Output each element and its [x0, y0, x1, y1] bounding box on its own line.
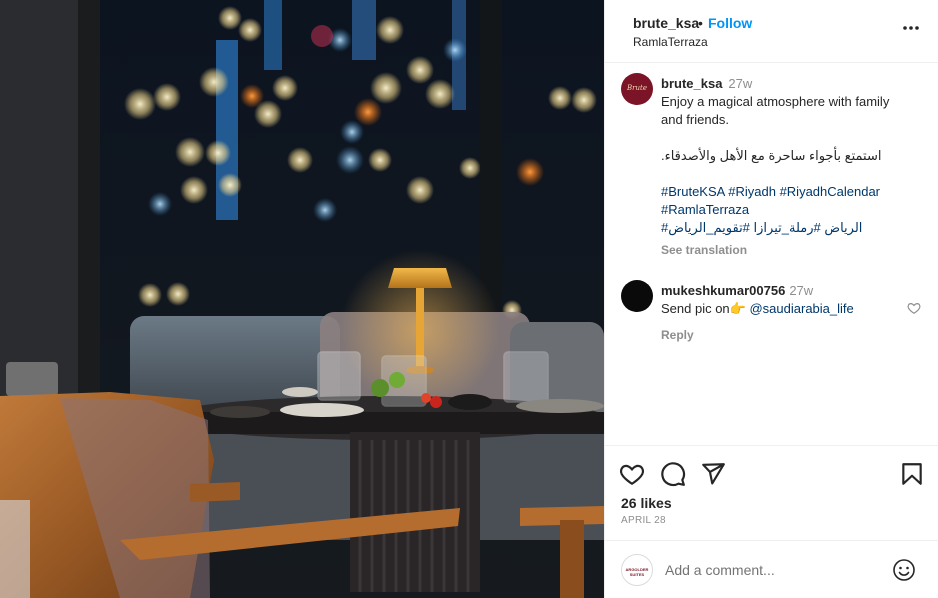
- comment-mention[interactable]: @saudiarabia_life: [749, 301, 853, 316]
- hashtag-row-2: #RamlaTerraza: [661, 201, 923, 219]
- reply-button[interactable]: Reply: [661, 326, 901, 344]
- current-user-avatar: ARGOLDER SUITES: [621, 554, 653, 586]
- post-header: brute_ksa • Follow RamlaTerraza: [605, 0, 938, 63]
- comment-input[interactable]: [665, 559, 875, 581]
- current-user-avatar-text: ARGOLDER SUITES: [625, 567, 649, 577]
- comment-item: mukeshkumar00756 27w Send pic on👉 @saudia…: [661, 282, 901, 344]
- emoji-icon[interactable]: [892, 558, 916, 582]
- post-actions: 26 likes APRIL 28: [605, 445, 938, 545]
- caption-text-en-line1: Enjoy a magical atmosphere with family: [661, 94, 890, 109]
- share-icon[interactable]: [700, 461, 726, 487]
- separator-dot: •: [698, 15, 703, 31]
- post-photo[interactable]: [0, 0, 604, 598]
- hashtag[interactable]: #Riyadh: [728, 184, 776, 199]
- commenter-avatar[interactable]: [621, 280, 653, 312]
- post-username[interactable]: brute_ksa: [633, 15, 699, 31]
- hashtag[interactable]: #رملة_تيرازا: [754, 220, 821, 235]
- caption-text-en-line2: and friends.: [661, 112, 729, 127]
- likes-count[interactable]: 26 likes: [621, 495, 672, 511]
- follow-button[interactable]: Follow: [708, 15, 752, 31]
- hashtag[interactable]: #BruteKSA: [661, 184, 725, 199]
- hashtag-row-3: #الرياض #رملة_تيرازا #تقويم_الرياض: [661, 219, 923, 237]
- restaurant-photo-image: [0, 0, 604, 598]
- caption-avatar[interactable]: Brute: [621, 73, 653, 105]
- hashtag[interactable]: #RamlaTerraza: [661, 202, 749, 217]
- caption-username[interactable]: brute_ksa: [661, 76, 722, 91]
- comment-username[interactable]: mukeshkumar00756: [661, 283, 785, 298]
- heart-icon[interactable]: [619, 461, 645, 487]
- post-caption: brute_ksa 27w Enjoy a magical atmosphere …: [661, 75, 923, 237]
- comment-icon[interactable]: [660, 461, 686, 487]
- comment-text: Send pic on: [661, 301, 730, 316]
- comment-time: 27w: [789, 283, 814, 298]
- pointing-hand-emoji: 👉: [729, 301, 746, 316]
- post-date: APRIL 28: [621, 515, 666, 526]
- caption-time: 27w: [728, 76, 753, 91]
- more-options-icon[interactable]: [901, 18, 921, 38]
- add-comment-bar: ARGOLDER SUITES: [605, 540, 938, 598]
- post-location[interactable]: RamlaTerraza: [633, 35, 708, 49]
- bookmark-icon[interactable]: [899, 461, 925, 487]
- hashtag[interactable]: #RiyadhCalendar: [780, 184, 880, 199]
- see-translation-link[interactable]: See translation: [661, 243, 747, 257]
- caption-text-ar: استمتع بأجواء ساحرة مع الأهل والأصدقاء.: [661, 148, 882, 163]
- hashtag[interactable]: #تقويم_الرياض: [668, 220, 750, 235]
- brand-logo-text: Brute: [627, 84, 647, 92]
- comment-like-heart-icon[interactable]: [907, 301, 921, 315]
- hashtag-row-1: #BruteKSA #Riyadh #RiyadhCalendar: [661, 183, 923, 201]
- post-details-panel: brute_ksa • Follow RamlaTerraza Brute br…: [604, 0, 938, 598]
